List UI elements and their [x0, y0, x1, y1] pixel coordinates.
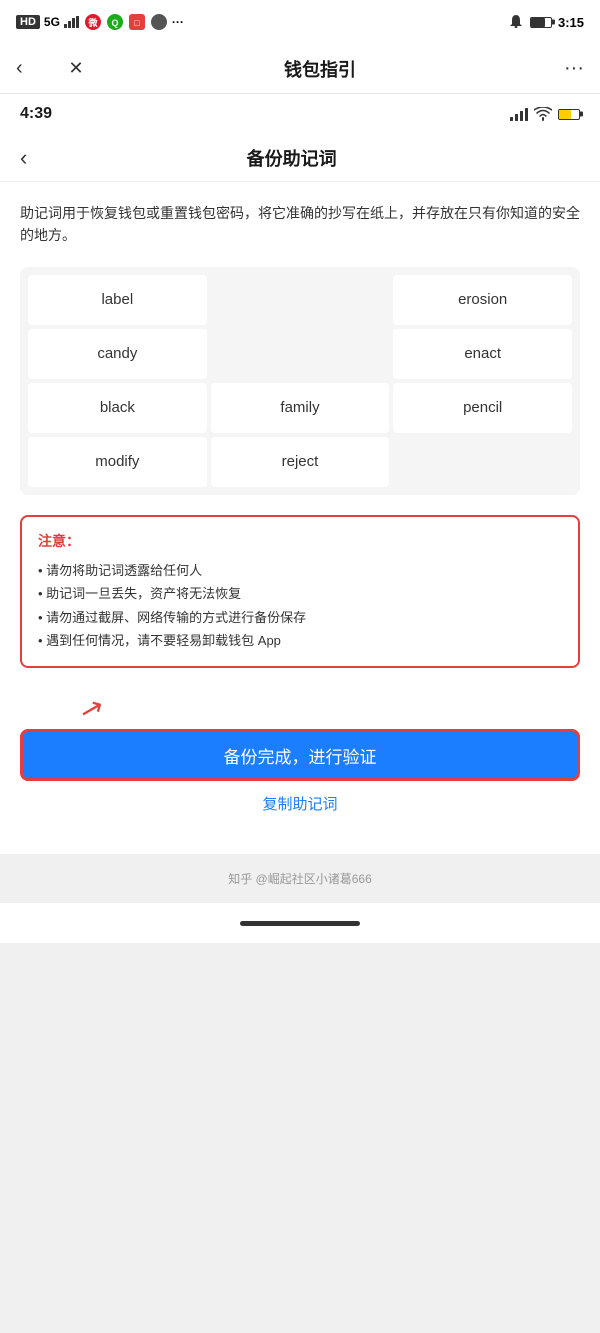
- svg-text:Q: Q: [111, 18, 118, 28]
- inner-battery-icon: [558, 109, 580, 120]
- mnemonic-word-6: enact: [393, 329, 572, 379]
- time-display: 3:15: [558, 15, 584, 30]
- inner-status-icons: [510, 107, 580, 121]
- mnemonic-word-7: black: [28, 383, 207, 433]
- inner-back-button[interactable]: ‹: [20, 145, 27, 171]
- mnemonic-word-11: reject: [211, 437, 390, 487]
- warning-title: 注意：: [38, 531, 562, 551]
- inner-time: 4:39: [20, 105, 52, 123]
- warning-box: 注意： • 请勿将助记词透露给任何人 • 助记词一旦丢失，资产将无法恢复 • 请…: [20, 515, 580, 669]
- main-content: 助记词用于恢复钱包或重置钱包密码，将它准确的抄写在纸上，并存放在只有你知道的安全…: [0, 182, 600, 854]
- arrow-indicator: ↗: [20, 692, 580, 725]
- inner-screen: 4:39 ‹ 备份助记词 助记词用于恢复钱包或重置钱包密码，将它准确: [0, 94, 600, 854]
- inner-page-title: 备份助记词: [27, 145, 556, 171]
- battery-icon: [530, 17, 552, 28]
- signal-icon: [64, 16, 80, 28]
- status-left: HD 5G 微 Q □ ···: [16, 13, 184, 31]
- inner-nav: ‹ 备份助记词: [0, 134, 600, 182]
- weibo-icon: 微: [84, 13, 102, 31]
- page-title: 钱包指引: [96, 56, 544, 82]
- svg-text:微: 微: [87, 17, 98, 28]
- hd-badge: HD: [16, 15, 40, 29]
- more-button[interactable]: ···: [544, 57, 584, 80]
- mnemonic-word-8: family: [211, 383, 390, 433]
- verify-button[interactable]: 备份完成，进行验证: [20, 729, 580, 781]
- mnemonic-word-10: modify: [28, 437, 207, 487]
- mnemonic-grid: label erosion candy enact black family p…: [20, 267, 580, 495]
- mnemonic-word-1: label: [28, 275, 207, 325]
- footer: 知乎 @崛起社区小诸葛666: [0, 854, 600, 903]
- warning-item-2: • 助记词一旦丢失，资产将无法恢复: [38, 582, 562, 605]
- nav-bar: ‹ ✕ 钱包指引 ···: [0, 44, 600, 94]
- description-text: 助记词用于恢复钱包或重置钱包密码，将它准确的抄写在纸上，并存放在只有你知道的安全…: [20, 202, 580, 247]
- mnemonic-word-3: erosion: [393, 275, 572, 325]
- red-arrow-icon: ↗: [76, 690, 107, 728]
- inner-signal-icon: [510, 108, 528, 121]
- inner-status-bar: 4:39: [0, 94, 600, 134]
- status-right: 3:15: [508, 14, 584, 30]
- copy-link[interactable]: 复制助记词: [20, 793, 580, 814]
- svg-text:□: □: [134, 18, 140, 28]
- mnemonic-word-5: [211, 329, 390, 379]
- network-label: 5G: [44, 15, 60, 29]
- close-button[interactable]: ✕: [56, 58, 96, 79]
- inner-wifi-icon: [534, 107, 552, 121]
- bell-icon: [508, 14, 524, 30]
- mnemonic-word-9: pencil: [393, 383, 572, 433]
- back-button[interactable]: ‹: [16, 57, 56, 80]
- dots-label: ···: [172, 15, 184, 29]
- bottom-bar: [0, 903, 600, 943]
- app-icon-2: □: [128, 13, 146, 31]
- home-indicator: [240, 921, 360, 926]
- mnemonic-word-12: [393, 437, 572, 487]
- outer-status-bar: HD 5G 微 Q □ ··· 3: [0, 0, 600, 44]
- warning-item-1: • 请勿将助记词透露给任何人: [38, 559, 562, 582]
- app-icon-3: [150, 13, 168, 31]
- warning-item-4: • 遇到任何情况，请不要轻易卸载钱包 App: [38, 629, 562, 652]
- mnemonic-word-4: candy: [28, 329, 207, 379]
- app-icon-1: Q: [106, 13, 124, 31]
- mnemonic-word-2: [211, 275, 390, 325]
- warning-item-3: • 请勿通过截屏、网络传输的方式进行备份保存: [38, 606, 562, 629]
